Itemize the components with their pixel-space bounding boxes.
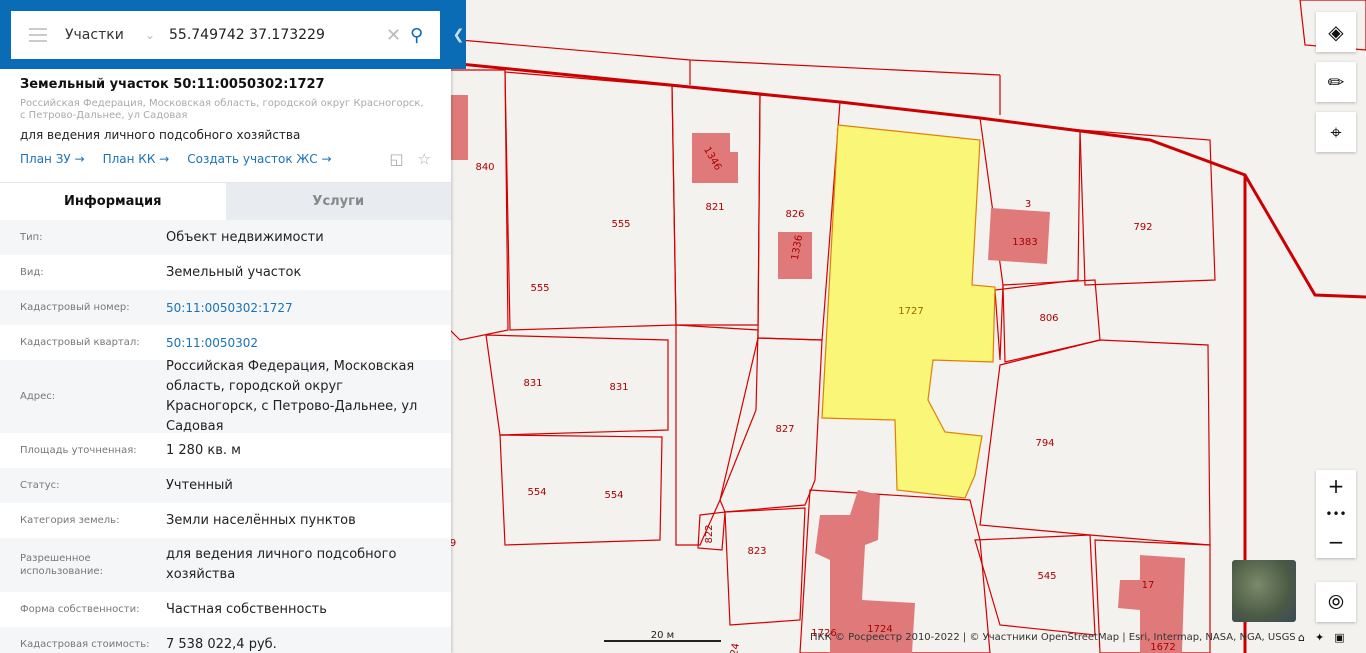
parcel-label: 545 — [1037, 571, 1056, 582]
parcel-label: 821 — [705, 202, 724, 213]
parcel-label: 554 — [527, 487, 546, 498]
info-key: Площадь уточненная: — [20, 445, 137, 456]
parcel-label: 827 — [775, 424, 794, 435]
info-key: Категория земель: — [20, 515, 120, 526]
info-key: Адрес: — [20, 391, 56, 402]
parcel-address: Российская Федерация, Московская область… — [20, 98, 424, 121]
parcel-label: 794 — [1035, 438, 1054, 449]
info-value[interactable]: 50:11:0050302 — [166, 333, 431, 353]
parcel-label: 806 — [1039, 313, 1058, 324]
info-row: Категория земель: Земли населённых пункто… — [0, 503, 451, 538]
info-row: Разрешенное использование: для ведения ли… — [0, 538, 451, 592]
info-row: Вид: Земельный участок — [0, 255, 451, 290]
info-value: Земли населённых пунктов — [166, 512, 356, 528]
parcel-label: 3 — [1025, 199, 1031, 210]
parcel-label: 792 — [1133, 222, 1152, 233]
info-value: 1 280 кв. м — [166, 442, 241, 458]
info-row: Адрес: Российская Федерация, Московская о… — [0, 359, 451, 434]
info-table: Тип: Объект недвижимости Вид: Земельный уча… — [0, 220, 451, 653]
parcel-label: 1727 — [898, 306, 923, 317]
create-parcel-link[interactable]: Создать участок ЖС → — [187, 152, 331, 166]
crosshair-icon[interactable]: ✦ — [1315, 631, 1324, 644]
info-row: Площадь уточненная: 1 280 кв. м — [0, 433, 451, 468]
info-row: Кадастровый квартал: 50:11:0050302 — [0, 325, 451, 360]
parcel-label: 831 — [523, 378, 542, 389]
info-value[interactable]: 50:11:0050302:1727 — [166, 298, 431, 318]
parcel-label: 17 — [1142, 580, 1155, 591]
attribution: ПКК © Росреестр 2010-2022 | © Участники … — [810, 632, 1296, 643]
home-icon[interactable]: ⌂ — [1298, 631, 1305, 644]
info-row: Кадастровая стоимость: 7 538 022,4 руб. — [0, 627, 451, 653]
collapse-panel-button[interactable]: ❮ — [451, 0, 466, 69]
info-row: Тип: Объект недвижимости — [0, 220, 451, 255]
info-key: Кадастровый квартал: — [20, 337, 140, 348]
info-value: Земельный участок — [166, 264, 302, 280]
info-value: Объект недвижимости — [166, 229, 324, 245]
parcel-label: 555 — [611, 219, 630, 230]
tab-services[interactable]: Услуги — [225, 183, 451, 220]
parcel-label: 822 — [704, 524, 715, 543]
parcel-label: 1383 — [1012, 237, 1037, 248]
zoom-to-icon[interactable]: ◱ — [389, 150, 403, 168]
parcel-label: 826 — [785, 209, 804, 220]
info-value: Частная собственность — [166, 601, 327, 617]
info-key: Кадастровый номер: — [20, 302, 130, 313]
fullscreen-icon[interactable]: ▣ — [1334, 631, 1344, 644]
star-icon[interactable]: ☆ — [418, 150, 431, 168]
scale-bar: 20 м — [604, 630, 721, 642]
menu-icon[interactable] — [29, 24, 47, 46]
info-key: Тип: — [20, 232, 43, 243]
info-key: Разрешенное использование: — [20, 553, 103, 577]
parcel-label: 823 — [747, 546, 766, 557]
info-row: Форма собственности: Частная собственност… — [0, 592, 451, 627]
search-bar: Участки ⌄ 55.749742 37.173229 ✕ ⚲ — [0, 0, 451, 69]
info-key: Кадастровая стоимость: — [20, 639, 150, 650]
info-value: Российская Федерация, Московская область… — [166, 358, 418, 434]
info-key: Вид: — [20, 267, 44, 278]
search-icon[interactable]: ⚲ — [410, 25, 440, 46]
layer-select[interactable]: Участки — [65, 27, 145, 43]
more-icon[interactable]: ••• — [1325, 507, 1346, 521]
locate-button[interactable]: ⌖ — [1316, 112, 1356, 152]
parcel-label: 840 — [475, 162, 494, 173]
info-row: Статус: Учтенный — [0, 468, 451, 503]
parcel-label: 24 — [729, 642, 742, 653]
info-key: Статус: — [20, 480, 60, 491]
info-row: Кадастровый номер: 50:11:0050302:1727 — [0, 290, 451, 325]
parcel-purpose: для ведения личного подсобного хозяйства — [20, 128, 301, 142]
layers-button[interactable]: ◈ — [1316, 12, 1356, 52]
chevron-down-icon[interactable]: ⌄ — [145, 28, 169, 42]
info-value: для ведения личного подсобного хозяйства — [166, 547, 397, 582]
info-value: 7 538 022,4 руб. — [166, 636, 277, 652]
parcel-label: 831 — [609, 382, 628, 393]
tab-info[interactable]: Информация — [0, 183, 226, 220]
search-input[interactable]: 55.749742 37.173229 — [169, 27, 386, 43]
parcel-label: 1672 — [1150, 642, 1175, 653]
zoom-control: + ••• − — [1316, 470, 1356, 558]
satellite-basemap-toggle[interactable] — [1232, 560, 1296, 622]
parcel-title: Земельный участок 50:11:0050302:1727 — [20, 77, 325, 92]
info-panel: Участки ⌄ 55.749742 37.173229 ✕ ⚲ Земель… — [0, 0, 451, 653]
measure-ruler-button[interactable]: ✏ — [1316, 62, 1356, 102]
info-key: Форма собственности: — [20, 604, 140, 615]
zoom-out-button[interactable]: − — [1328, 530, 1345, 554]
parcel-label: 554 — [604, 490, 623, 501]
clear-icon[interactable]: ✕ — [386, 25, 410, 46]
parcel-label: 555 — [530, 283, 549, 294]
info-value: Учтенный — [166, 477, 233, 493]
plan-zu-link[interactable]: План ЗУ → — [20, 152, 85, 166]
zoom-in-button[interactable]: + — [1328, 474, 1345, 498]
plan-kk-link[interactable]: План КК → — [103, 152, 170, 166]
compass-button[interactable]: ⦾ — [1316, 582, 1356, 622]
